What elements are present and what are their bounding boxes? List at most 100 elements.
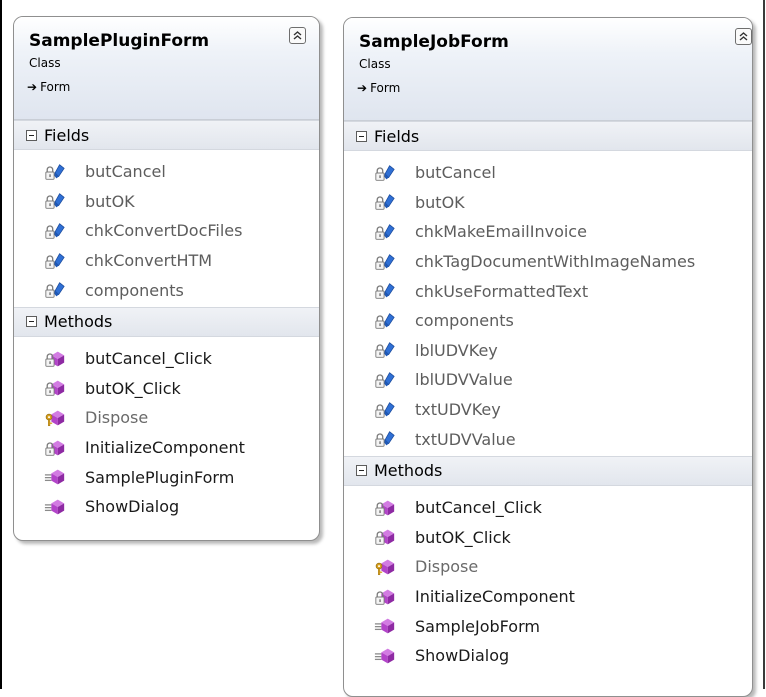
base-class-name: Form	[40, 80, 71, 94]
field-item[interactable]: components	[344, 306, 752, 336]
class-shape-sample-plugin-form[interactable]: SamplePluginForm Class ➔ Form Fields butC…	[13, 16, 320, 541]
field-item[interactable]: butCancel	[344, 158, 752, 188]
private-field-icon	[375, 253, 395, 270]
fields-section-header[interactable]: Fields	[344, 121, 752, 151]
field-item[interactable]: chkUseFormattedText	[344, 276, 752, 306]
private-field-icon	[45, 193, 65, 210]
member-name: chkConvertHTM	[85, 251, 213, 271]
member-name: ShowDialog	[85, 497, 180, 517]
private-field-icon	[375, 283, 395, 299]
methods-section-header[interactable]: Methods	[344, 455, 752, 486]
method-item[interactable]: SampleJobForm	[344, 611, 752, 641]
method-item[interactable]: butOK_Click	[14, 374, 319, 404]
method-item[interactable]: butCancel_Click	[344, 493, 752, 523]
field-item[interactable]: components	[14, 275, 319, 305]
member-name: butOK_Click	[415, 527, 511, 547]
double-chevron-up-icon	[739, 32, 748, 41]
member-name: SampleJobForm	[415, 616, 540, 636]
private-method-icon	[45, 351, 65, 367]
class-name: SamplePluginForm	[29, 31, 210, 51]
method-item[interactable]: ShowDialog	[14, 492, 319, 522]
member-name: components	[85, 280, 184, 300]
field-item[interactable]: chkConvertHTM	[14, 246, 319, 276]
base-class: ➔ Form	[357, 81, 400, 95]
method-item[interactable]: butCancel_Click	[14, 344, 319, 374]
methods-list: butCancel_Click butOK_Click Dispose Init…	[14, 337, 319, 524]
member-name: butOK_Click	[85, 378, 181, 398]
private-field-icon	[375, 372, 395, 388]
fields-list: butCancel butOK chkMakeEmailInvoice chkT…	[344, 151, 752, 456]
base-class: ➔ Form	[27, 80, 70, 94]
public-method-icon	[44, 499, 65, 515]
collapse-section-icon[interactable]	[26, 129, 37, 141]
collapse-section-icon[interactable]	[356, 465, 367, 477]
method-item[interactable]: InitializeComponent	[344, 582, 752, 612]
member-name: chkUseFormattedText	[415, 281, 589, 301]
member-name: Dispose	[415, 557, 479, 577]
field-item[interactable]: txtUDVKey	[344, 395, 752, 425]
private-method-icon	[375, 589, 395, 605]
inheritance-arrow-icon: ➔	[27, 80, 38, 94]
method-item[interactable]: SamplePluginForm	[14, 462, 319, 492]
private-field-icon	[375, 224, 395, 240]
section-label: Fields	[44, 125, 90, 145]
public-method-icon	[44, 469, 65, 485]
member-name: ShowDialog	[415, 646, 510, 666]
inheritance-arrow-icon: ➔	[357, 81, 368, 95]
private-field-icon	[375, 164, 395, 181]
member-name: components	[415, 311, 514, 331]
collapse-section-icon[interactable]	[356, 130, 367, 142]
member-name: butCancel_Click	[415, 498, 542, 518]
method-item[interactable]: Dispose	[344, 552, 752, 582]
collapse-button[interactable]	[735, 28, 752, 45]
member-name: InitializeComponent	[415, 587, 575, 607]
private-field-icon	[45, 282, 65, 298]
private-field-icon	[45, 252, 65, 269]
method-item[interactable]: Dispose	[14, 403, 319, 433]
field-item[interactable]: butCancel	[14, 157, 319, 187]
double-chevron-up-icon	[293, 31, 302, 40]
public-method-icon	[374, 648, 395, 664]
methods-section-header[interactable]: Methods	[14, 306, 319, 337]
private-field-icon	[45, 163, 65, 180]
window-frame-left	[0, 0, 2, 689]
class-header[interactable]: SampleJobForm Class ➔ Form	[344, 18, 752, 121]
field-item[interactable]: chkConvertDocFiles	[14, 216, 319, 246]
protected-method-icon	[45, 410, 65, 426]
base-class-name: Form	[370, 81, 401, 95]
field-item[interactable]: lblUDVValue	[344, 365, 752, 395]
field-item[interactable]: lblUDVKey	[344, 336, 752, 366]
collapse-section-icon[interactable]	[26, 316, 37, 328]
method-item[interactable]: ShowDialog	[344, 641, 752, 671]
member-name: chkConvertDocFiles	[85, 221, 243, 241]
private-field-icon	[375, 312, 395, 329]
member-name: txtUDVKey	[415, 400, 501, 420]
field-item[interactable]: chkMakeEmailInvoice	[344, 217, 752, 247]
private-method-icon	[375, 500, 395, 516]
private-field-icon	[375, 194, 395, 211]
member-name: chkMakeEmailInvoice	[415, 222, 587, 242]
section-label: Fields	[374, 126, 420, 146]
member-name: chkTagDocumentWithImageNames	[415, 252, 696, 272]
fields-list: butCancel butOK chkConvertDocFiles chkCo…	[14, 150, 319, 307]
field-item[interactable]: txtUDVValue	[344, 424, 752, 454]
class-name: SampleJobForm	[359, 32, 509, 52]
window-frame-right	[763, 0, 765, 689]
protected-method-icon	[375, 559, 395, 575]
field-item[interactable]: butOK	[344, 188, 752, 218]
class-stereotype: Class	[29, 56, 61, 70]
field-item[interactable]: chkTagDocumentWithImageNames	[344, 247, 752, 277]
methods-list: butCancel_Click butOK_Click Dispose Init…	[344, 486, 752, 673]
method-item[interactable]: butOK_Click	[344, 523, 752, 553]
field-item[interactable]: butOK	[14, 187, 319, 217]
collapse-button[interactable]	[289, 27, 306, 44]
section-label: Methods	[374, 461, 443, 481]
class-header[interactable]: SamplePluginForm Class ➔ Form	[14, 17, 319, 120]
private-field-icon	[375, 342, 395, 359]
member-name: lblUDVValue	[415, 370, 513, 390]
fields-section-header[interactable]: Fields	[14, 120, 319, 150]
member-name: butOK	[415, 192, 465, 212]
class-shape-sample-job-form[interactable]: SampleJobForm Class ➔ Form Fields butCanc…	[343, 17, 753, 697]
member-name: SamplePluginForm	[85, 467, 235, 487]
method-item[interactable]: InitializeComponent	[14, 433, 319, 463]
